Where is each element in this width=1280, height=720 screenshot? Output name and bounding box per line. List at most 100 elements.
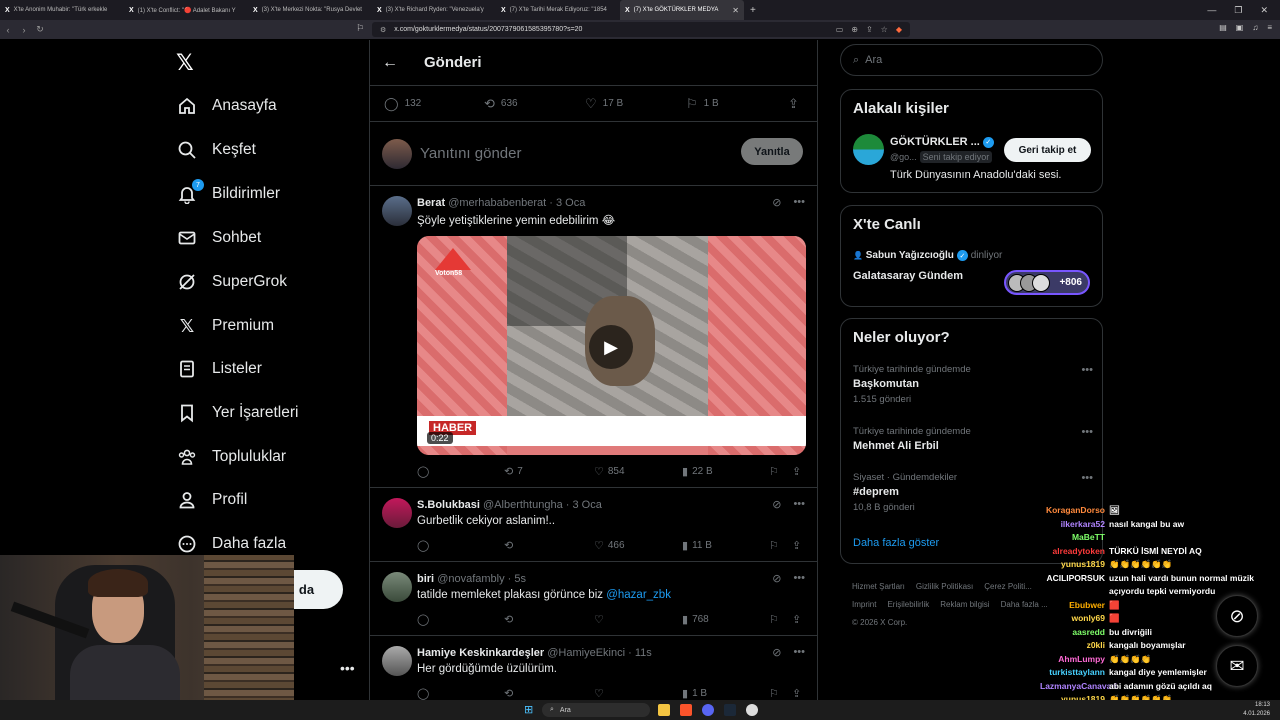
messages-fab-icon[interactable]: ✉ [1216,645,1258,687]
play-icon[interactable]: ▶ [589,325,633,369]
forward-nav-icon[interactable]: › [16,25,32,35]
nav-premium[interactable]: 𝕏 Premium [176,315,274,337]
minimize-icon[interactable]: — [1207,5,1216,16]
x-logo-icon[interactable]: 𝕏 [176,50,194,76]
author-name[interactable]: Berat [417,197,445,209]
like-action[interactable]: ♡ 466 [594,539,625,552]
mention-link[interactable]: @hazar_zbk [606,589,671,601]
video-player[interactable]: Voton58 ▶ HABER 0:22 [417,236,806,455]
grok-icon[interactable]: ⊘ [772,498,781,511]
close-tab-icon[interactable]: ✕ [732,6,739,15]
timestamp[interactable]: · 5s [508,573,526,585]
grok-fab-icon[interactable]: ⊘ [1216,595,1258,637]
reply-count[interactable]: ◯ 132 [384,96,421,112]
site-info-icon[interactable]: ⚙ [380,26,386,34]
nav-profile[interactable]: Profil [176,489,247,511]
footer-link[interactable]: Hizmet Şartları [852,582,905,591]
url-field[interactable]: ⚙ x.com/gokturklermedya/status/200737906… [372,22,910,37]
grok-icon[interactable]: ⊘ [772,572,781,585]
nav-chat[interactable]: Sohbet [176,227,261,249]
like-action[interactable]: ♡ [594,687,604,700]
discord-icon[interactable] [702,704,714,716]
obs-icon[interactable] [746,704,758,716]
footer-link[interactable]: Gizlilik Politikası [916,582,973,591]
author-name[interactable]: biri [417,573,434,585]
repost-action[interactable]: ⟲ [504,539,513,552]
windows-start-icon[interactable]: ⊞ [524,703,533,716]
footer-link[interactable]: Çerez Politi... [984,582,1032,591]
like-count[interactable]: ♡ 17 B [585,96,623,112]
author-name[interactable]: Hamiye Keskinkardeşler [417,647,544,659]
more-icon[interactable]: ••• [793,196,805,209]
timestamp[interactable]: · 11s [628,647,652,659]
bookmark-page-icon[interactable]: ⚐ [356,23,364,34]
grok-icon[interactable]: ⊘ [772,196,781,209]
show-more-link[interactable]: Daha fazla göster [853,537,939,549]
live-host[interactable]: 👤 Sabun Yağızcıoğlu ✓ dinliyor [853,250,1002,261]
browser-tab[interactable]: X (3) X'te Richard Ryden: "Venezuela'y [372,0,496,20]
brave-shield-icon[interactable]: ◆ [896,25,902,34]
close-window-icon[interactable]: ✕ [1260,5,1268,16]
reply-action[interactable]: ◯ [417,465,433,478]
browser-tab[interactable]: X X'te Anonim Muhabir: "Türk erkekle [0,0,124,20]
nav-more[interactable]: Daha fazla [176,533,286,555]
bookmark-count[interactable]: ⚐ 1 B [686,96,719,112]
maximize-icon[interactable]: ❐ [1234,5,1242,16]
views-action[interactable]: ▮ 768 [682,613,709,626]
brave-browser-icon[interactable] [680,704,692,716]
more-icon[interactable]: ••• [793,646,805,659]
nav-home[interactable]: Anasayfa [176,95,277,117]
trend-item[interactable]: Türkiye tarihinde gündemde Mehmet Ali Erb… [853,426,1093,452]
avatar[interactable] [382,498,412,528]
back-nav-icon[interactable]: ‹ [0,25,16,35]
browser-tab[interactable]: X (7) X'te Tarihi Merak Ediyoruz: "1854 [496,0,620,20]
nav-explore[interactable]: Keşfet [176,139,256,161]
account-menu-icon[interactable]: ••• [340,660,355,676]
playlist-icon[interactable]: ♫ [1252,23,1258,32]
repost-count[interactable]: ⟲ 636 [484,96,518,112]
menu-icon[interactable]: ≡ [1267,23,1272,32]
system-tray-clock[interactable]: 18:13 4.01.2026 [1243,701,1270,719]
nav-notifications[interactable]: 7 Bildirimler [176,179,280,205]
steam-icon[interactable] [724,704,736,716]
bookmark-action[interactable]: ⚐ [769,613,779,626]
share-action[interactable]: ⇪ [792,687,801,700]
search-input[interactable]: ⌕ Ara [840,44,1103,76]
avatar[interactable] [382,196,412,226]
like-action[interactable]: ♡ 854 [594,465,625,478]
footer-link[interactable]: Imprint [852,600,876,609]
like-action[interactable]: ♡ [594,613,604,626]
author-name[interactable]: S.Bolukbasi [417,499,480,511]
reload-icon[interactable]: ↻ [32,24,48,35]
nav-supergrok[interactable]: SuperGrok [176,271,287,293]
bookmark-action[interactable]: ⚐ [769,539,779,552]
repost-action[interactable]: ⟲ 7 [504,465,523,478]
reply-action[interactable]: ◯ [417,539,429,552]
reply-tweet[interactable]: S.Bolukbasi @Alberthtungha · 3 Oca ⊘ ••• … [370,488,817,562]
views-action[interactable]: ▮ 1 B [682,687,707,700]
nav-lists[interactable]: Listeler [176,358,262,380]
avatar[interactable] [382,572,412,602]
footer-link[interactable]: Reklam bilgisi [940,600,989,609]
avatar[interactable] [853,134,884,165]
sidebar-icon[interactable]: ▤ [1219,23,1227,32]
reply-button[interactable]: Yanıtla [741,138,803,165]
browser-tab[interactable]: X (1) X'te Conflict: "🔴 Adalet Bakanı Y [124,0,248,20]
browser-tab[interactable]: X (3) X'te Merkezi Nokta: "Rusya Devlet [248,0,372,20]
person-name[interactable]: GÖKTÜRKLER ... ✓ [890,136,994,148]
grok-icon[interactable]: ⊘ [772,646,781,659]
author-handle[interactable]: @merhababenberat [448,197,546,209]
reply-action[interactable]: ◯ [417,687,429,700]
nav-bookmarks[interactable]: Yer İşaretleri [176,402,298,424]
share-icon[interactable]: ⇪ [866,25,873,34]
zoom-icon[interactable]: ⊕ [851,25,858,34]
more-icon[interactable]: ••• [1081,364,1093,376]
share-action[interactable]: ⇪ [792,613,801,626]
views-action[interactable]: ▮ 11 B [682,539,712,552]
repost-action[interactable]: ⟲ [504,687,513,700]
bookmark-action[interactable]: ⚐ [769,687,779,700]
star-icon[interactable]: ☆ [881,25,888,34]
more-icon[interactable]: ••• [1081,472,1093,484]
share-action[interactable]: ⇪ [792,465,801,478]
avatar[interactable] [382,646,412,676]
